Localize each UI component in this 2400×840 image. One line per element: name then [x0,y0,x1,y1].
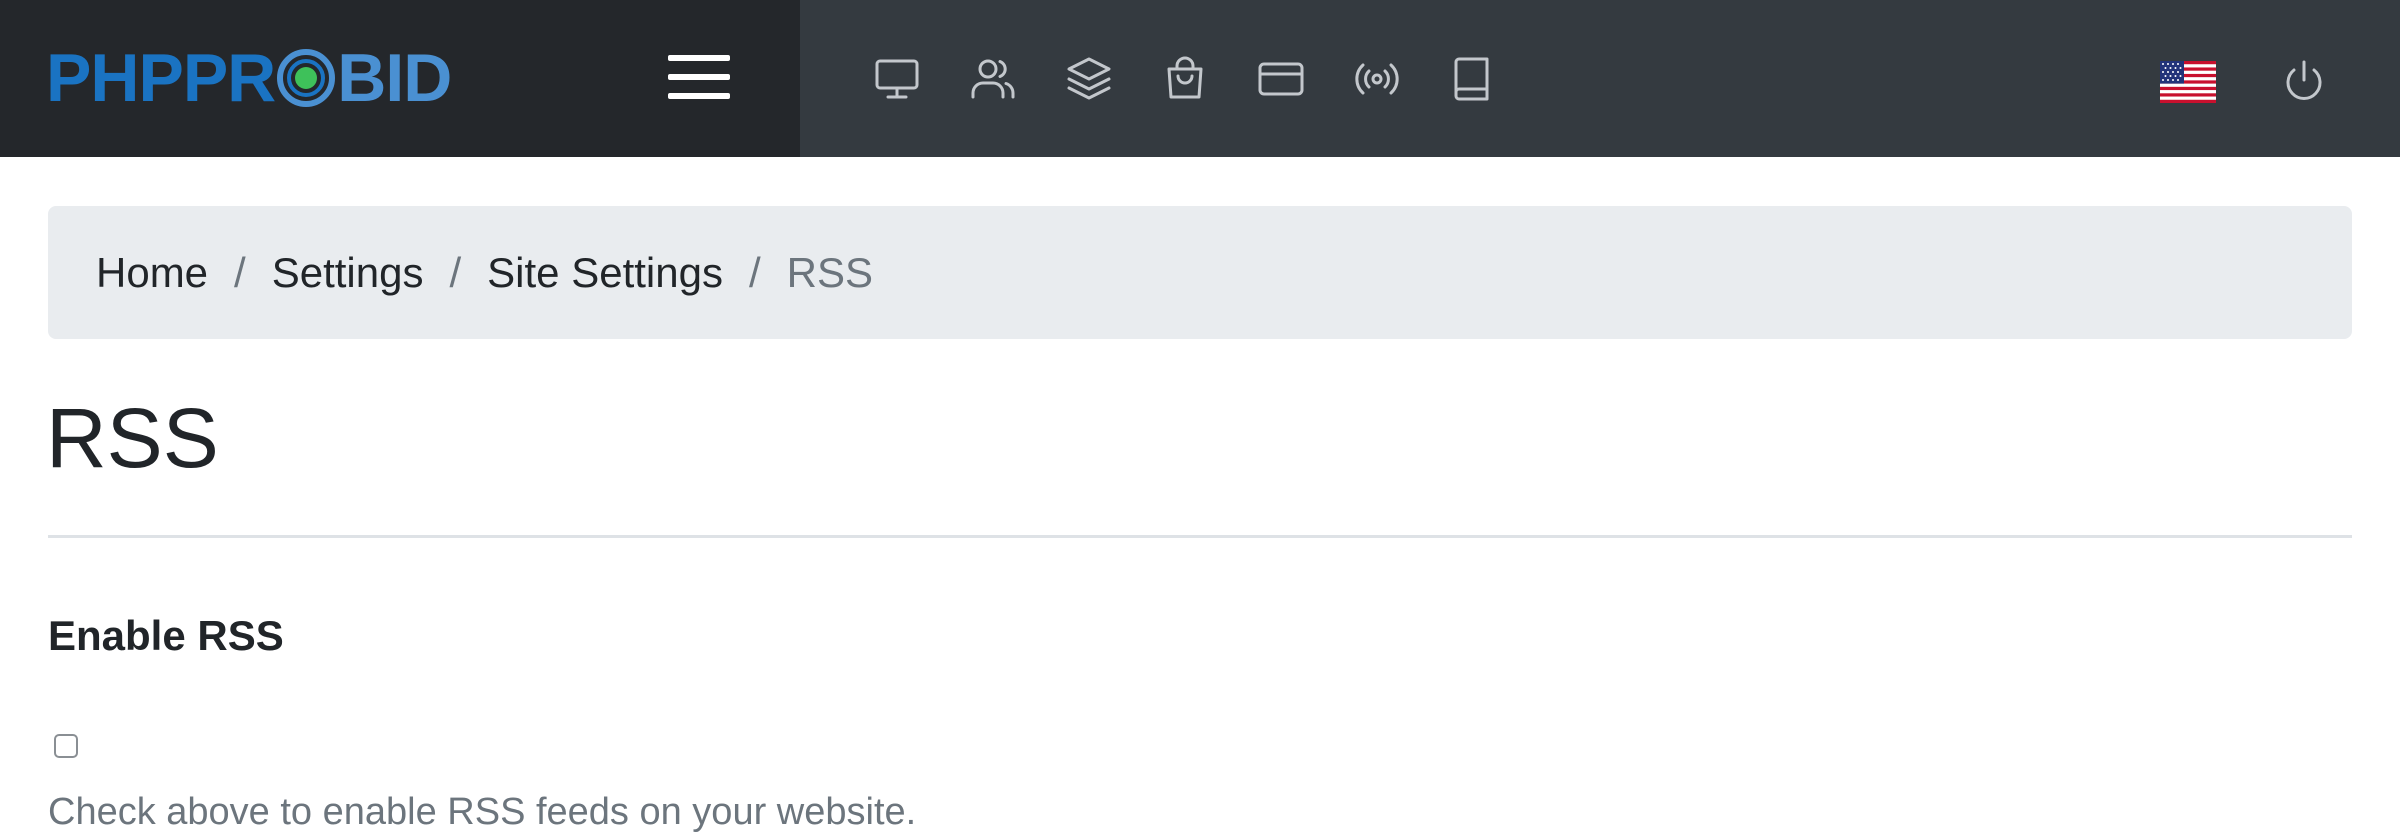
enable-rss-help-text: Check above to enable RSS feeds on your … [48,791,917,833]
broadcast-icon[interactable] [1353,55,1401,103]
users-icon[interactable] [969,55,1017,103]
us-flag-icon[interactable] [2160,61,2216,103]
breadcrumb: Home / Settings / Site Settings / RSS [48,206,2352,339]
hamburger-icon[interactable] [668,52,730,102]
power-icon[interactable] [2280,57,2328,105]
layers-icon[interactable] [1065,55,1113,103]
credit-card-icon[interactable] [1257,55,1305,103]
breadcrumb-settings[interactable]: Settings [272,249,424,297]
desktop-icon[interactable] [873,55,921,103]
brand-name-part1: PHPPR [46,40,276,116]
top-navbar: PHPPR BID [0,0,2400,157]
page-title: RSS [46,391,219,485]
brand-area: PHPPR BID [0,0,800,157]
divider [48,535,2352,538]
shopping-bag-icon[interactable] [1161,55,1209,103]
breadcrumb-separator: / [748,248,761,296]
breadcrumb-site-settings[interactable]: Site Settings [487,249,723,297]
enable-rss-checkbox[interactable] [54,734,78,758]
brand-name-part2: BID [337,40,452,116]
breadcrumb-separator: / [234,248,246,296]
enable-rss-label: Enable RSS [48,612,284,659]
brand-target-icon [277,49,336,107]
brand-logo[interactable]: PHPPR BID [46,40,452,116]
breadcrumb-home[interactable]: Home [96,249,208,297]
breadcrumb-separator: / [449,248,462,296]
book-icon[interactable] [1449,55,1497,103]
breadcrumb-current: RSS [786,248,873,296]
